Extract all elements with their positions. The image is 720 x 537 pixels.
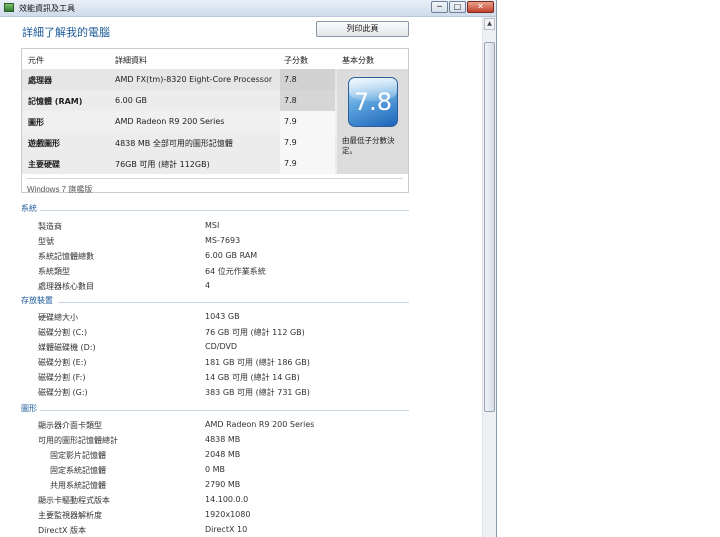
info-value: 1920x1080 xyxy=(205,510,251,519)
info-label: 固定系統記憶體 xyxy=(50,466,106,475)
title-bar[interactable]: 效能資訊及工具 ─ □ ✕ xyxy=(0,0,496,17)
info-label: 硬碟總大小 xyxy=(38,313,78,322)
minimize-button[interactable]: ─ xyxy=(431,1,448,13)
info-label: 磁碟分割 (C:) xyxy=(38,328,88,337)
info-label: 主要監視器解析度 xyxy=(38,511,102,520)
subscore-cell: 7.9 xyxy=(280,153,335,174)
table-row: 處理器 AMD FX(tm)-8320 Eight-Core Processor… xyxy=(22,69,337,90)
table-row: 主要硬碟 76GB 可用 (總計 112GB) 7.9 xyxy=(22,153,337,174)
section-divider xyxy=(58,302,409,303)
info-label: 處理器核心數目 xyxy=(38,282,94,291)
component-detail: AMD FX(tm)-8320 Eight-Core Processor xyxy=(115,75,273,84)
info-label: 磁碟分割 (G:) xyxy=(38,388,88,397)
base-score-badge: 7.8 xyxy=(348,77,398,127)
info-label: 顯示卡驅動程式版本 xyxy=(38,496,110,505)
component-detail: 76GB 可用 (總計 112GB) xyxy=(115,160,210,169)
info-value: AMD Radeon R9 200 Series xyxy=(205,420,315,429)
info-value: 2048 MB xyxy=(205,450,241,459)
info-label: 系統記憶體總數 xyxy=(38,252,94,261)
performance-tools-icon xyxy=(4,3,14,12)
section-header-graphics: 圖形 xyxy=(21,404,37,413)
section-divider xyxy=(40,410,409,411)
info-value: MSI xyxy=(205,221,220,230)
info-label: 磁碟分割 (E:) xyxy=(38,358,87,367)
base-score-cell: 7.8 由最低子分數決定。 xyxy=(337,69,408,174)
section-divider xyxy=(40,210,409,211)
info-label: DirectX 版本 xyxy=(38,526,86,535)
info-value: 181 GB 可用 (總計 186 GB) xyxy=(205,358,310,367)
scrollbar-thumb[interactable] xyxy=(484,42,495,412)
info-value: 4 xyxy=(205,281,211,290)
component-detail: 6.00 GB xyxy=(115,96,148,105)
component-detail: 4838 MB 全部可用的圖形記憶體 xyxy=(115,139,233,148)
info-label: 顯示器介面卡類型 xyxy=(38,421,102,430)
windows-edition: Windows 7 旗艦版 xyxy=(27,178,403,195)
subscore-cell: 7.8 xyxy=(280,90,335,111)
component-name: 處理器 xyxy=(28,76,52,85)
component-name: 記憶體 (RAM) xyxy=(28,97,83,106)
component-name: 圖形 xyxy=(28,118,44,127)
info-value: CD/DVD xyxy=(205,342,238,351)
component-name: 主要硬碟 xyxy=(28,160,60,169)
close-button[interactable]: ✕ xyxy=(467,1,494,13)
info-label: 型號 xyxy=(38,237,54,246)
print-page-button[interactable]: 列印此頁 xyxy=(316,21,409,37)
info-label: 共用系統記憶體 xyxy=(50,481,106,490)
info-label: 製造商 xyxy=(38,222,62,231)
column-header-component: 元件 xyxy=(28,56,44,65)
info-value: DirectX 10 xyxy=(205,525,248,534)
info-value: 0 MB xyxy=(205,465,226,474)
page-title: 詳細了解我的電腦 xyxy=(22,26,110,39)
subscore-value: 7.8 xyxy=(284,96,297,105)
subscore-cell: 7.8 xyxy=(280,69,335,90)
vertical-scrollbar[interactable]: ▲ xyxy=(482,17,496,537)
info-label: 固定影片記憶體 xyxy=(50,451,106,460)
info-label: 系統類型 xyxy=(38,267,70,276)
info-label: 媒體磁碟機 (D:) xyxy=(38,343,96,352)
scroll-up-button[interactable]: ▲ xyxy=(484,18,495,30)
info-value: MS-7693 xyxy=(205,236,241,245)
subscore-value: 7.8 xyxy=(284,75,297,84)
info-value: 14 GB 可用 (總計 14 GB) xyxy=(205,373,300,382)
info-value: 6.00 GB RAM xyxy=(205,251,258,260)
subscore-cell: 7.9 xyxy=(280,111,335,132)
section-header-storage: 存放裝置 xyxy=(21,296,53,305)
info-value: 4838 MB xyxy=(205,435,241,444)
component-detail: AMD Radeon R9 200 Series xyxy=(115,117,225,126)
subscore-value: 7.9 xyxy=(284,117,297,126)
info-value: 1043 GB xyxy=(205,312,240,321)
subscore-value: 7.9 xyxy=(284,138,297,147)
subscore-cell: 7.9 xyxy=(280,132,335,153)
column-header-base-score: 基本分數 xyxy=(342,56,374,65)
table-row: 記憶體 (RAM) 6.00 GB 7.8 xyxy=(22,90,337,111)
content-area: 詳細了解我的電腦 列印此頁 元件 詳細資料 子分數 基本分數 處理器 AMD F… xyxy=(0,17,482,537)
table-row: 遊戲圖形 4838 MB 全部可用的圖形記憶體 7.9 xyxy=(22,132,337,153)
window-title: 效能資訊及工具 xyxy=(19,4,75,13)
info-value: 383 GB 可用 (總計 731 GB) xyxy=(205,388,310,397)
subscore-value: 7.9 xyxy=(284,159,297,168)
column-header-subscore: 子分數 xyxy=(284,56,308,65)
info-value: 76 GB 可用 (總計 112 GB) xyxy=(205,328,305,337)
column-header-detail: 詳細資料 xyxy=(115,56,147,65)
base-score-caption: 由最低子分數決定。 xyxy=(342,136,395,155)
info-value: 14.100.0.0 xyxy=(205,495,249,504)
app-window: 效能資訊及工具 ─ □ ✕ 詳細了解我的電腦 列印此頁 元件 詳細資料 子分數 … xyxy=(0,0,497,537)
score-table: 元件 詳細資料 子分數 基本分數 處理器 AMD FX(tm)-8320 Eig… xyxy=(21,48,409,195)
base-score-value: 7.8 xyxy=(353,88,393,116)
info-value: 2790 MB xyxy=(205,480,241,489)
maximize-button[interactable]: □ xyxy=(449,1,466,13)
info-label: 磁碟分割 (F:) xyxy=(38,373,86,382)
info-label: 可用的圖形記憶體總計 xyxy=(38,436,118,445)
info-value: 64 位元作業系統 xyxy=(205,267,266,276)
table-row: 圖形 AMD Radeon R9 200 Series 7.9 xyxy=(22,111,337,132)
component-name: 遊戲圖形 xyxy=(28,139,60,148)
section-header-system: 系統 xyxy=(21,204,37,213)
